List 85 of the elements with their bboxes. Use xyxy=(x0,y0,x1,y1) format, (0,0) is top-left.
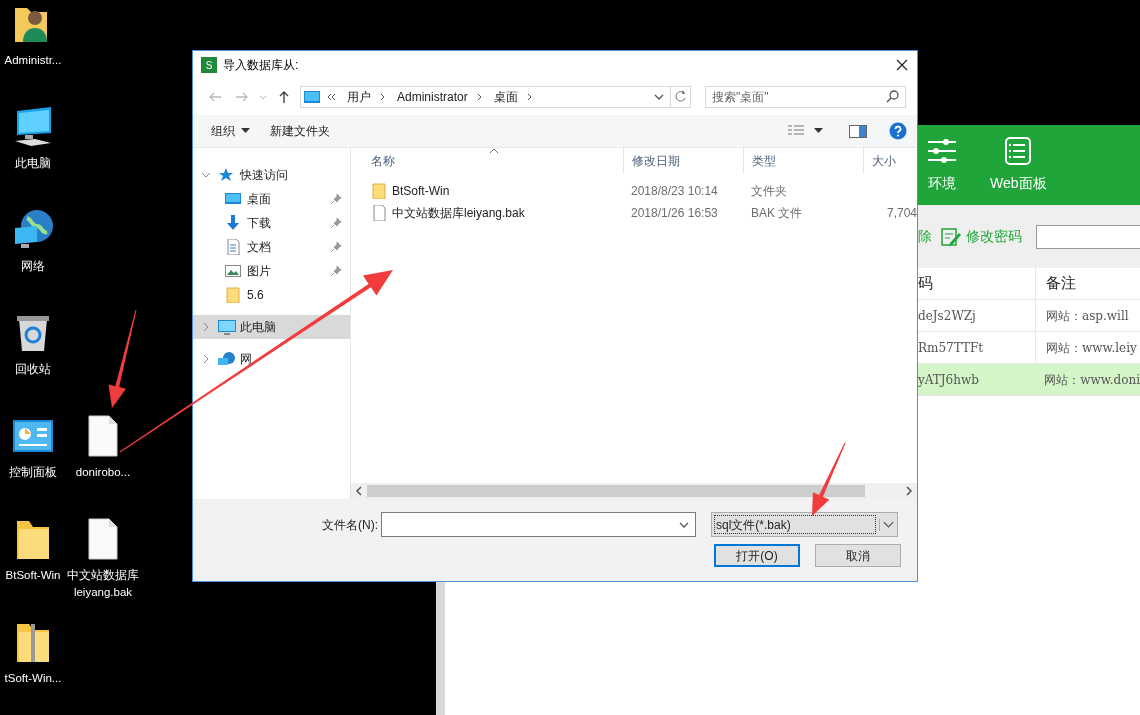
column-header[interactable]: 名称 xyxy=(351,148,623,174)
nav-item[interactable]: 此电脑 xyxy=(193,315,350,339)
dialog-button[interactable]: 打开(O) xyxy=(714,544,800,567)
edit-icon xyxy=(940,226,962,247)
table-cell: 网站：www.doni xyxy=(1033,364,1140,395)
collapse-icon xyxy=(201,354,211,364)
app-icon: S xyxy=(201,57,217,73)
back-icon xyxy=(208,90,222,104)
folder-icon xyxy=(225,287,243,303)
column-header[interactable]: 大小 xyxy=(863,148,917,174)
dialog-button[interactable]: 取消 xyxy=(815,544,901,567)
search-field[interactable] xyxy=(1036,224,1140,249)
file-cell: 文件夹 xyxy=(751,184,787,198)
pin-icon xyxy=(330,265,342,277)
sliders-icon xyxy=(926,136,958,165)
file-cell-text: BtSoft-Win xyxy=(392,183,450,200)
pin-icon xyxy=(330,241,342,253)
picture-icon xyxy=(225,263,243,279)
nav-item[interactable]: 下载 xyxy=(193,211,350,235)
nav-item[interactable]: 网 xyxy=(193,347,350,371)
column-header[interactable]: 备注 xyxy=(1035,268,1140,299)
icon-label[interactable]: 控制面板 xyxy=(9,464,57,481)
file-icon xyxy=(371,205,387,221)
icon-label[interactable]: donirobo... xyxy=(75,464,131,481)
close-icon xyxy=(896,59,908,71)
help-button[interactable] xyxy=(889,122,907,140)
collapse-icon xyxy=(201,322,211,332)
nav-item[interactable]: 快速访问 xyxy=(193,163,350,187)
icon-label[interactable]: BtSoft-Win xyxy=(5,567,61,584)
caret-icon xyxy=(814,128,823,134)
file-cell: BAK 文件 xyxy=(751,206,803,220)
window-title: 导入数据库从: xyxy=(223,57,300,74)
pane-icon xyxy=(849,124,867,138)
file-row[interactable]: BtSoft-Win 2018/8/23 10:14 文件夹 xyxy=(351,180,917,202)
column-header[interactable]: 码 xyxy=(918,272,1035,295)
field-label: 文件名(N): xyxy=(321,516,379,534)
icon-label[interactable]: 回收站 xyxy=(15,361,51,378)
file-cell-text: 7,704 xyxy=(885,205,917,222)
forward-icon xyxy=(235,90,249,104)
address-bar[interactable]: 用户 Administrator 桌面 xyxy=(300,86,691,108)
icon-label[interactable]: 此电脑 xyxy=(15,155,51,172)
breadcrumb-item[interactable]: 用户 xyxy=(347,88,371,106)
desktop-icon xyxy=(225,191,243,207)
network-icon xyxy=(218,351,236,367)
desktop-icon xyxy=(303,90,321,104)
nav-item[interactable]: 图片 xyxy=(193,259,350,283)
help-icon xyxy=(889,122,907,140)
search-icon xyxy=(886,90,899,103)
icon-label[interactable]: tSoft-Win... xyxy=(4,670,62,687)
list-view-icon xyxy=(788,125,804,137)
toolbar-button[interactable]: 组织 xyxy=(201,119,260,143)
file-type-dropdown[interactable]: sql文件(*.bak) xyxy=(711,512,898,537)
file-cell-text: 中文站数据库leiyang.bak xyxy=(392,205,525,222)
nav-item[interactable]: 5.6 xyxy=(193,283,350,307)
folder-icon xyxy=(371,183,387,199)
nav-item[interactable]: 桌面 xyxy=(193,187,350,211)
table-cell: 网站：www.leiy xyxy=(1035,332,1140,363)
filename-field[interactable] xyxy=(381,512,696,537)
table-cell-text: yATJ6hwb xyxy=(918,371,980,389)
table-cell-text: Rm57TTFt xyxy=(918,339,985,357)
file-cell: 2018/8/23 10:14 xyxy=(631,184,718,198)
up-icon xyxy=(277,90,291,104)
breadcrumb-item[interactable]: Administrator xyxy=(397,88,468,106)
nav-item[interactable]: 文档 xyxy=(193,235,350,259)
document-icon xyxy=(225,239,243,255)
pin-icon xyxy=(330,193,342,205)
caret-icon xyxy=(241,128,250,134)
dropdown-icon xyxy=(879,518,897,531)
pin-icon xyxy=(330,217,342,229)
file-row[interactable]: 中文站数据库leiyang.bak 2018/1/26 16:53 BAK 文件 7,704 xyxy=(351,202,917,224)
scrollbar-thumb[interactable] xyxy=(367,485,865,497)
table-cell-text: deJs2WZj xyxy=(918,307,977,325)
horizontal-scrollbar[interactable] xyxy=(351,483,917,499)
file-cell: 2018/1/26 16:53 xyxy=(631,206,718,220)
computer-icon xyxy=(218,319,236,335)
column-header[interactable]: 修改日期 xyxy=(623,148,743,174)
expand-icon xyxy=(201,170,211,180)
icon-label[interactable]: Administr... xyxy=(4,52,62,69)
sort-icon xyxy=(489,148,499,154)
icon-label[interactable]: 网络 xyxy=(21,258,45,275)
toolbar-button[interactable]: 新建文件夹 xyxy=(260,119,340,143)
icon-label[interactable]: 中文站数据库 leiyang.bak xyxy=(65,567,141,601)
table-cell: 网站：asp.will xyxy=(1035,300,1140,331)
breadcrumb-item[interactable]: 桌面 xyxy=(493,88,518,106)
column-header[interactable]: 类型 xyxy=(743,148,863,174)
